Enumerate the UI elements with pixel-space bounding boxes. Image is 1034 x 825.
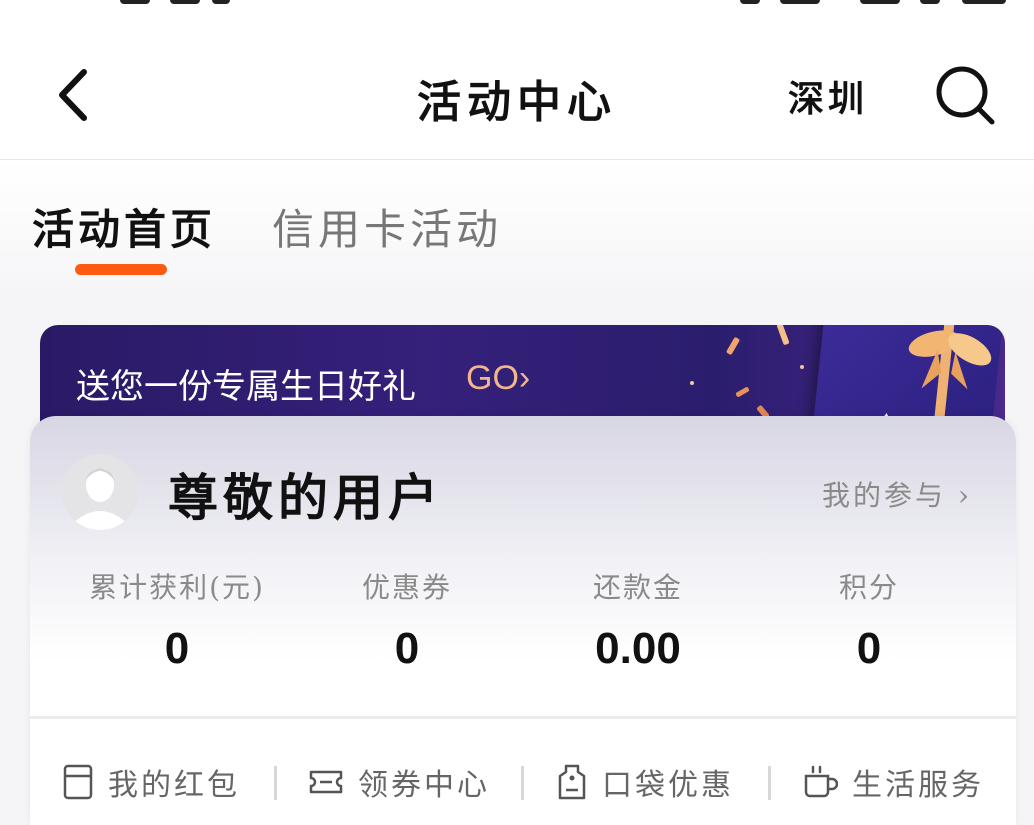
stat-points[interactable]: 积分 0 <box>754 566 984 674</box>
tag-icon <box>558 764 586 800</box>
services-row: 我的红包 领券中心 口袋优惠 生活服务 <box>30 752 1016 812</box>
service-separator <box>768 766 771 800</box>
service-my-red-packets[interactable]: 我的红包 <box>62 752 240 812</box>
stat-value: 0 <box>856 624 882 673</box>
stats-row: 累计获利(元) 0 优惠券 0 还款金 0.00 积分 0 <box>30 566 1016 676</box>
stat-accumulated-profit[interactable]: 累计获利(元) 0 <box>62 566 292 674</box>
city-selector[interactable]: 深圳 <box>788 70 868 122</box>
user-name: 尊敬的用户 <box>168 468 443 527</box>
stat-value: 0.00 <box>595 624 681 673</box>
red-packet-icon <box>63 764 93 800</box>
service-separator <box>521 766 524 800</box>
stat-label: 还款金 <box>592 571 683 604</box>
coffee-cup-icon <box>804 765 838 798</box>
divider <box>30 716 1016 719</box>
banner-text: 送您一份专属生日好礼 <box>76 368 416 406</box>
service-life-services[interactable]: 生活服务 <box>802 752 984 812</box>
tab-activity-home[interactable]: 活动首页 <box>32 196 216 257</box>
user-summary-card: 尊敬的用户 我的参与 › 累计获利(元) 0 优惠券 0 还款金 0.00 积分… <box>30 416 1016 825</box>
stat-value: 0 <box>394 624 420 673</box>
my-participation-link[interactable]: 我的参与 › <box>822 474 972 514</box>
stat-label: 积分 <box>838 571 899 604</box>
confetti <box>735 386 750 398</box>
confetti <box>690 381 694 385</box>
service-coupon-center[interactable]: 领券中心 <box>308 752 490 812</box>
active-tab-indicator <box>75 264 167 275</box>
stat-label: 累计获利(元) <box>89 571 265 604</box>
user-avatar-icon <box>62 454 138 530</box>
service-label: 口袋优惠 <box>602 768 734 803</box>
banner-cta: GO› <box>466 359 531 397</box>
service-pocket-deals[interactable]: 口袋优惠 <box>556 752 734 812</box>
coupon-icon <box>309 770 343 794</box>
navigation-bar: 活动中心 深圳 <box>0 30 1034 160</box>
page-title: 活动中心 <box>417 77 617 128</box>
status-bar <box>0 0 1034 8</box>
stat-label: 优惠券 <box>361 571 452 604</box>
service-separator <box>274 766 277 800</box>
tab-bar: 活动首页 信用卡活动 <box>0 160 1034 290</box>
service-label: 领券中心 <box>358 768 490 803</box>
service-label: 生活服务 <box>852 768 984 803</box>
stat-repayment-credit[interactable]: 还款金 0.00 <box>523 566 753 674</box>
confetti <box>800 365 804 369</box>
confetti <box>725 336 741 356</box>
stat-coupons[interactable]: 优惠券 0 <box>292 566 522 674</box>
avatar[interactable] <box>62 454 138 530</box>
tab-credit-card-activities[interactable]: 信用卡活动 <box>272 196 502 257</box>
search-button[interactable] <box>934 64 996 126</box>
confetti <box>776 325 790 346</box>
stat-value: 0 <box>164 624 190 673</box>
search-icon <box>936 66 995 125</box>
service-label: 我的红包 <box>108 768 240 803</box>
